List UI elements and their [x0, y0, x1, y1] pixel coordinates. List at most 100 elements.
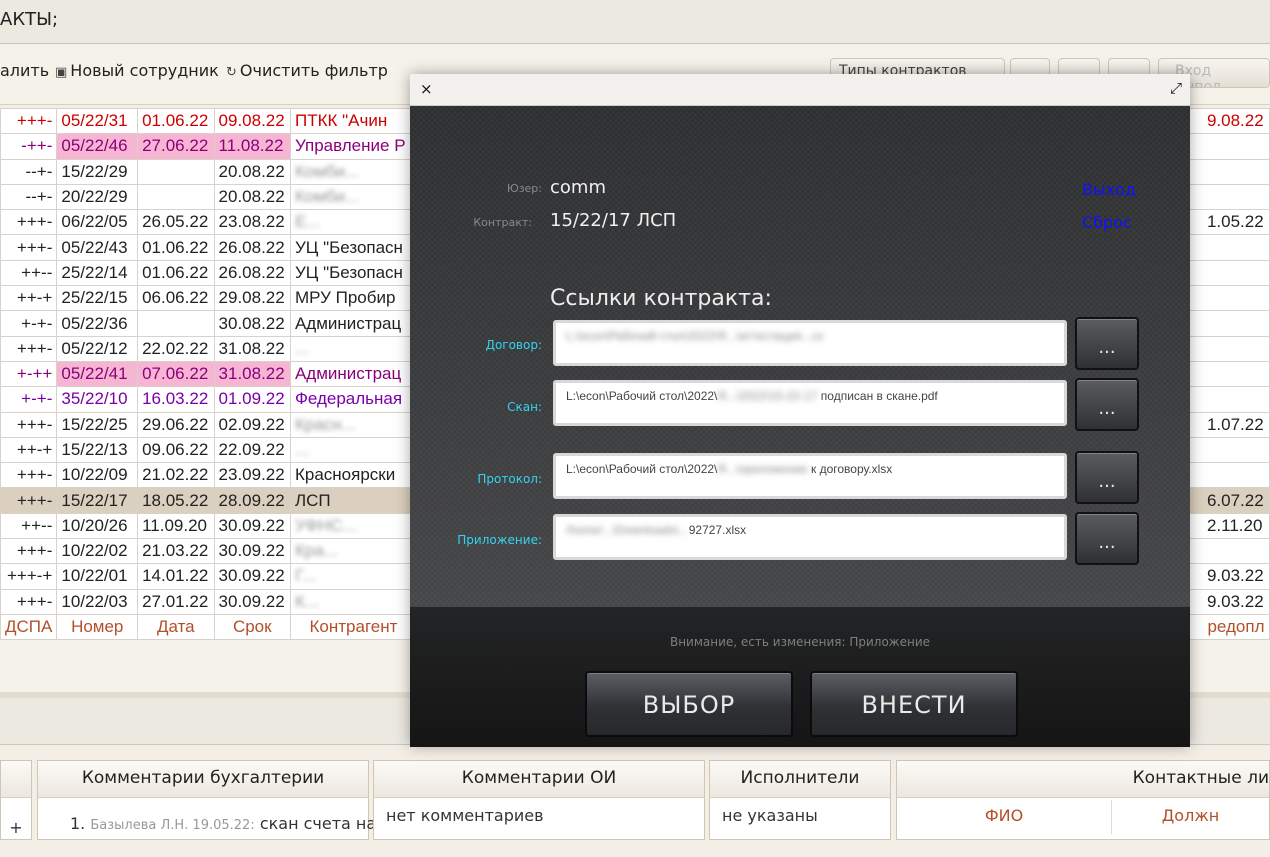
executors-text: не указаны [722, 806, 818, 825]
table-cell-flags: +++- [0, 588, 58, 615]
table-cell-num: 05/22/41 [56, 360, 139, 388]
table-cell-party: МРУ Пробир [289, 285, 417, 312]
table-cell-num: 10/22/09 [56, 462, 139, 489]
comment-author: Базылева Л.Н. 19.05.22: [90, 818, 255, 833]
select-button[interactable]: ВЫБОР [585, 671, 793, 737]
contract-doc-browse-button[interactable]: ... [1075, 317, 1139, 370]
table-cell-term: 01.09.22 [213, 386, 291, 413]
table-cell-num: 05/22/43 [56, 234, 139, 261]
table-cell-date [137, 158, 215, 185]
table-cell-term: 26.08.22 [213, 234, 291, 261]
table-cell-num: 05/22/12 [56, 335, 139, 362]
attachment-label: Приложение: [457, 533, 542, 547]
comment-number: 1. [70, 814, 86, 833]
table-cell-num: 05/22/31 [56, 107, 139, 135]
table-cell-party: Комби... [289, 158, 417, 185]
table-cell-flags: +-+- [0, 310, 58, 337]
table-cell-flags: +++- [0, 411, 58, 438]
delete-link[interactable]: алить [0, 61, 49, 80]
table-cell-date: 22.02.22 [137, 335, 215, 362]
table-cell-date: 01.06.22 [137, 234, 215, 261]
table-cell-date [137, 183, 215, 211]
column-header-num[interactable]: Номер [56, 613, 139, 641]
table-cell-party: УЦ "Безопасн [289, 259, 417, 287]
table-cell-term: 30.09.22 [213, 538, 291, 565]
protocol-field[interactable]: L:\econ\Рабочий стол\2022\Я...\приложени… [553, 453, 1067, 499]
table-cell-flags: ++-- [0, 512, 58, 540]
protocol-label: Протокол: [477, 472, 542, 486]
exit-link[interactable]: Выход [1082, 180, 1136, 199]
changes-warning: Внимание, есть изменения: Приложение [669, 635, 931, 649]
table-cell-party: К... [289, 588, 417, 615]
table-cell-date: 18.05.22 [137, 487, 215, 514]
table-cell-party: Комби... [289, 183, 417, 211]
executors-title: Исполнители [710, 761, 890, 798]
contacts-header-row: ФИО Должн [897, 800, 1269, 834]
scan-path-end: подписан в скане.pdf [820, 389, 938, 403]
attachment-field[interactable]: /home/...\Downloads\...92727.xlsx [553, 514, 1067, 560]
table-cell-term: 30.09.22 [213, 563, 291, 590]
table-cell-term: 20.08.22 [213, 183, 291, 211]
scan-path-start: L:\econ\Рабочий стол\2022\ [566, 389, 718, 403]
table-cell-num: 05/22/46 [56, 133, 139, 160]
user-value: comm [550, 177, 606, 198]
scan-browse-button[interactable]: ... [1075, 378, 1139, 431]
clear-filter-button[interactable]: ↻ Очистить фильтр [226, 61, 388, 80]
new-employee-label: Новый сотрудник [70, 61, 219, 80]
add-user-icon: ▣ [55, 65, 68, 80]
table-cell-term: 23.09.22 [213, 462, 291, 489]
new-employee-button[interactable]: ▣ Новый сотрудник [55, 61, 219, 80]
table-cell-date: 16.03.22 [137, 386, 215, 413]
table-cell-num: 15/22/25 [56, 411, 139, 438]
contacts-col-position: Должн [1161, 806, 1220, 825]
table-cell-term: 30.08.22 [213, 310, 291, 337]
table-cell-party: ... [289, 436, 417, 464]
protocol-browse-button[interactable]: ... [1075, 451, 1139, 504]
table-cell-flags: ++-+ [0, 436, 58, 464]
reset-link[interactable]: Сброс [1082, 213, 1132, 232]
table-cell-term: 23.08.22 [213, 209, 291, 236]
submit-button[interactable]: ВНЕСТИ [810, 671, 1018, 737]
table-cell-flags: +-++ [0, 360, 58, 388]
table-cell-num: 35/22/10 [56, 386, 139, 413]
table-cell-flags: +++- [0, 538, 58, 565]
table-cell-date: 27.01.22 [137, 588, 215, 615]
contract-label: Контракт: [473, 216, 532, 229]
table-cell-flags: +++- [0, 107, 58, 135]
close-icon[interactable]: × [420, 80, 433, 98]
table-cell-party: Администрац [289, 310, 417, 337]
table-cell-party: ... [289, 335, 417, 362]
contract-doc-field[interactable]: L:\econ\Рабочий стол\2022\Я...\аттестаци… [553, 320, 1067, 366]
table-cell-term: 02.09.22 [213, 411, 291, 438]
table-cell-term: 30.09.22 [213, 512, 291, 540]
table-cell-party: Красн... [289, 411, 417, 438]
contract-value-text: 15/22/17 ЛСП [550, 210, 677, 231]
table-cell-date: 21.03.22 [137, 538, 215, 565]
table-cell-num: 10/22/01 [56, 563, 139, 590]
executors-panel: Исполнители не указаны [709, 760, 891, 840]
table-cell-flags: --+- [0, 158, 58, 185]
oi-comments-title: Комментарии ОИ [374, 761, 704, 798]
table-cell-num: 15/22/29 [56, 158, 139, 185]
column-header-date[interactable]: Дата [137, 613, 215, 641]
table-cell-date: 14.01.22 [137, 563, 215, 590]
accounting-comment-item: 1. Базылева Л.Н. 19.05.22: скан счета на [38, 798, 376, 833]
scan-field[interactable]: L:\econ\Рабочий стол\2022\Я...\2022\15-2… [553, 380, 1067, 426]
table-cell-party: Красноярски [289, 462, 417, 489]
expand-icon[interactable]: ⤢ [1170, 79, 1182, 97]
expand-toggle[interactable]: + [1, 798, 31, 857]
attachment-browse-button[interactable]: ... [1075, 512, 1139, 565]
table-cell-date [137, 310, 215, 337]
column-header-term[interactable]: Срок [213, 613, 291, 641]
column-header-flags[interactable]: ДСПА [0, 613, 58, 641]
table-cell-party: ПТКК "Ачин [289, 107, 417, 135]
column-header-party[interactable]: Контрагент [289, 613, 417, 641]
comment-text: скан счета на [259, 814, 377, 833]
protocol-path-hidden: Я...\приложение [717, 462, 808, 476]
dialog-footer: Внимание, есть изменения: Приложение ВЫБ… [410, 606, 1190, 747]
table-cell-num: 15/22/13 [56, 436, 139, 464]
table-cell-party: ЛСП [289, 487, 417, 514]
table-cell-term: 26.08.22 [213, 259, 291, 287]
table-cell-flags: --+- [0, 183, 58, 211]
table-cell-term: 09.08.22 [213, 107, 291, 135]
